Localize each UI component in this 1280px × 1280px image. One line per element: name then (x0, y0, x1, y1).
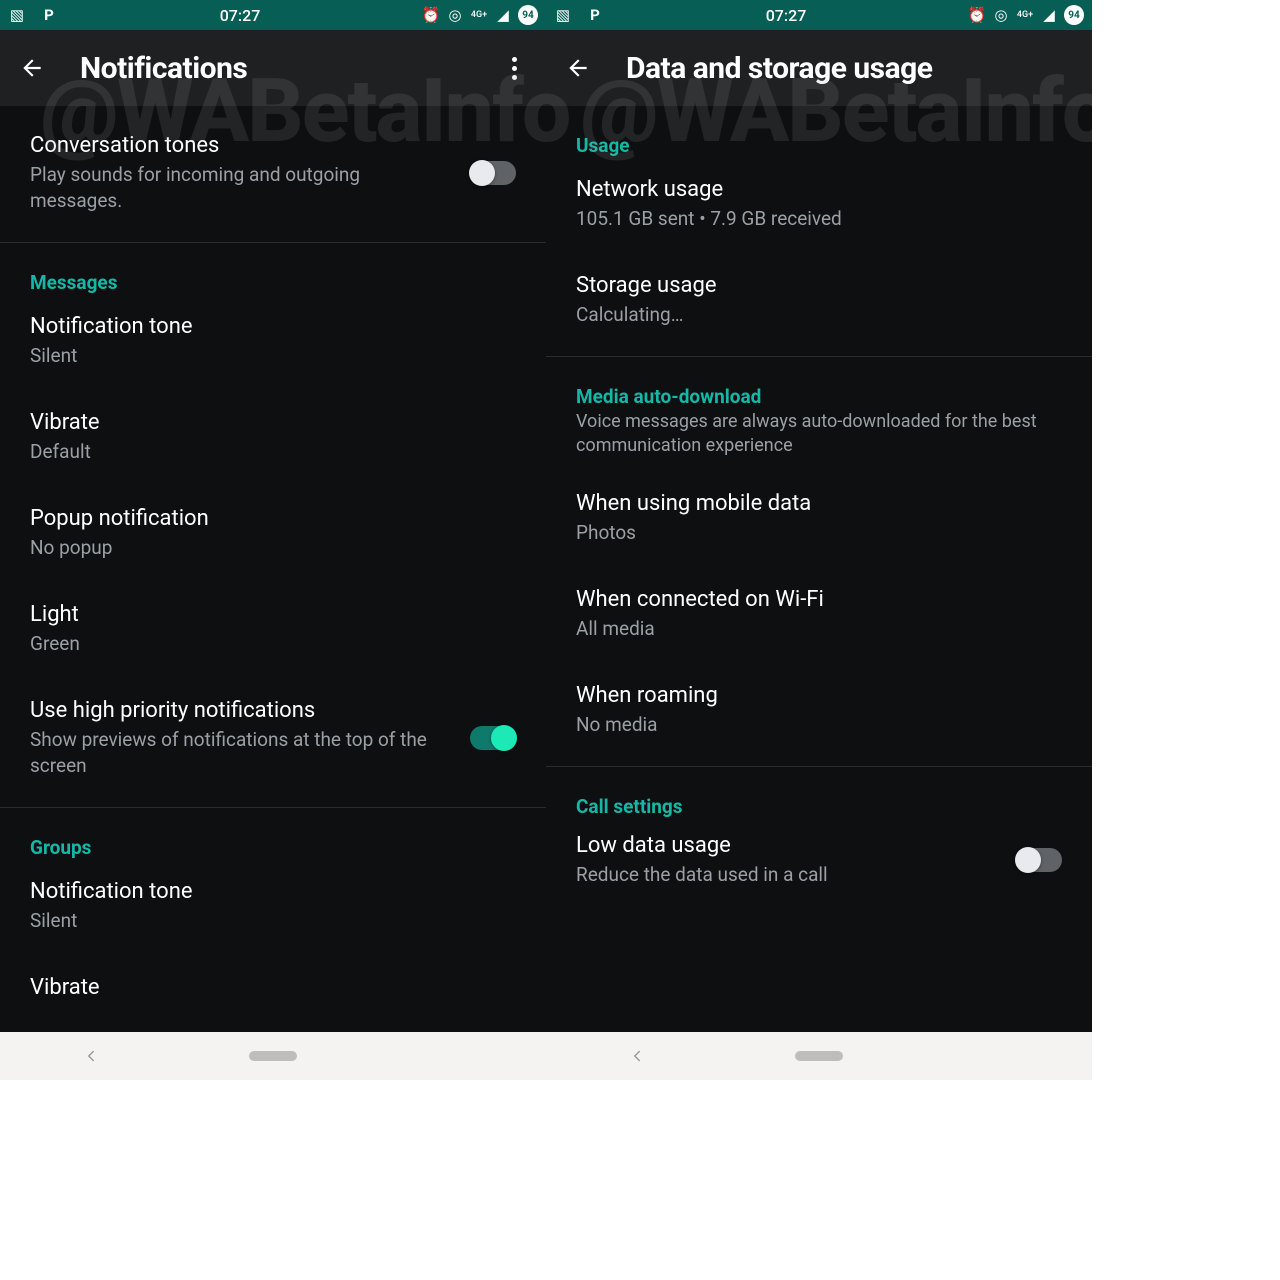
status-left-icons: ▧ P (8, 6, 58, 24)
back-button[interactable] (564, 55, 592, 81)
status-right-icons: ⏰ ◎ 4G+ ◢ 94 (968, 5, 1084, 25)
row-title: Low data usage (576, 832, 1000, 860)
app-p-icon: P (40, 6, 58, 24)
status-left-icons: ▧ P (554, 6, 604, 24)
row-title: Popup notification (30, 505, 516, 533)
notifications-content: Conversation tones Play sounds for incom… (0, 106, 546, 1032)
row-subtitle: Default (30, 439, 516, 465)
back-button[interactable] (18, 55, 46, 81)
battery-badge: 94 (1064, 5, 1084, 25)
storage-usage-row[interactable]: Storage usage Calculating… (546, 246, 1092, 342)
app-bar: Notifications (0, 30, 546, 106)
nav-home-button[interactable] (243, 1044, 303, 1068)
status-clock: 07:27 (58, 6, 422, 25)
dual-screenshot-canvas: ▧ P 07:27 ⏰ ◎ 4G+ ◢ 94 Notifications (0, 0, 1092, 1080)
low-data-usage-row[interactable]: Low data usage Reduce the data used in a… (546, 824, 1092, 902)
media-auto-download-description: Voice messages are always auto-downloade… (546, 410, 1092, 460)
conversation-tones-toggle[interactable] (470, 161, 516, 185)
mobile-data-row[interactable]: When using mobile data Photos (546, 460, 1092, 560)
section-call-settings: Call settings (546, 767, 1092, 824)
alarm-icon: ⏰ (422, 6, 440, 24)
app-bar: Data and storage usage (546, 30, 1092, 106)
back-arrow-icon (565, 55, 591, 81)
nav-recents-button[interactable] (425, 1044, 485, 1068)
status-right-icons: ⏰ ◎ 4G+ ◢ 94 (422, 5, 538, 25)
nav-bar (546, 1032, 1092, 1080)
high-priority-notifications-row[interactable]: Use high priority notifications Show pre… (0, 671, 546, 793)
row-title: When using mobile data (576, 490, 1062, 518)
chevron-left-icon (628, 1047, 646, 1065)
row-subtitle: Silent (30, 343, 516, 369)
row-title: Conversation tones (30, 132, 454, 160)
row-title: Use high priority notifications (30, 697, 454, 725)
popup-notification-row[interactable]: Popup notification No popup (0, 479, 546, 575)
data-storage-screen: ▧ P 07:27 ⏰ ◎ 4G+ ◢ 94 Data and storage … (546, 0, 1092, 1080)
notifications-screen: ▧ P 07:27 ⏰ ◎ 4G+ ◢ 94 Notifications (0, 0, 546, 1080)
row-title: Notification tone (30, 878, 516, 906)
network-usage-row[interactable]: Network usage 105.1 GB sent • 7.9 GB rec… (546, 163, 1092, 246)
status-bar: ▧ P 07:27 ⏰ ◎ 4G+ ◢ 94 (546, 0, 1092, 30)
group-vibrate-row[interactable]: Vibrate (0, 948, 546, 1016)
conversation-tones-row[interactable]: Conversation tones Play sounds for incom… (0, 106, 546, 228)
gallery-icon: ▧ (8, 6, 26, 24)
notification-tone-row[interactable]: Notification tone Silent (0, 300, 546, 383)
row-subtitle: Reduce the data used in a call (576, 862, 1000, 888)
hotspot-icon: ◎ (992, 6, 1010, 24)
alarm-icon: ⏰ (968, 6, 986, 24)
row-title: Light (30, 601, 516, 629)
network-type-icon: 4G+ (470, 6, 488, 24)
nav-home-button[interactable] (789, 1044, 849, 1068)
row-subtitle: Photos (576, 520, 1062, 546)
back-arrow-icon (19, 55, 45, 81)
low-data-toggle[interactable] (1016, 848, 1062, 872)
row-title: Network usage (576, 176, 1062, 204)
nav-recents-button[interactable] (971, 1044, 1031, 1068)
status-bar: ▧ P 07:27 ⏰ ◎ 4G+ ◢ 94 (0, 0, 546, 30)
row-subtitle: Green (30, 631, 516, 657)
page-title: Data and storage usage (626, 51, 933, 86)
row-subtitle: Play sounds for incoming and outgoing me… (30, 162, 454, 214)
nav-back-button[interactable] (607, 1044, 667, 1068)
row-subtitle: 105.1 GB sent • 7.9 GB received (576, 206, 1062, 232)
row-subtitle: All media (576, 616, 1062, 642)
section-usage: Usage (546, 106, 1092, 163)
row-title: Vibrate (30, 409, 516, 437)
row-subtitle: Calculating… (576, 302, 1062, 328)
row-title: Vibrate (30, 974, 516, 1002)
chevron-left-icon (82, 1047, 100, 1065)
overflow-menu-button[interactable] (500, 57, 528, 80)
roaming-row[interactable]: When roaming No media (546, 656, 1092, 752)
row-title: Storage usage (576, 272, 1062, 300)
signal-icon: ◢ (494, 6, 512, 24)
row-subtitle: Show previews of notifications at the to… (30, 727, 454, 779)
nav-bar (0, 1032, 546, 1080)
data-storage-content: Usage Network usage 105.1 GB sent • 7.9 … (546, 106, 1092, 1032)
row-subtitle: No popup (30, 535, 516, 561)
section-groups: Groups (0, 808, 546, 865)
wifi-row[interactable]: When connected on Wi-Fi All media (546, 560, 1092, 656)
hotspot-icon: ◎ (446, 6, 464, 24)
high-priority-toggle[interactable] (470, 726, 516, 750)
signal-icon: ◢ (1040, 6, 1058, 24)
page-title: Notifications (80, 51, 247, 86)
app-p-icon: P (586, 6, 604, 24)
row-subtitle: Silent (30, 908, 516, 934)
row-title: When roaming (576, 682, 1062, 710)
row-title: Notification tone (30, 313, 516, 341)
vibrate-row[interactable]: Vibrate Default (0, 383, 546, 479)
group-notification-tone-row[interactable]: Notification tone Silent (0, 865, 546, 948)
network-type-icon: 4G+ (1016, 6, 1034, 24)
status-clock: 07:27 (604, 6, 968, 25)
gallery-icon: ▧ (554, 6, 572, 24)
light-row[interactable]: Light Green (0, 575, 546, 671)
section-messages: Messages (0, 243, 546, 300)
battery-badge: 94 (518, 5, 538, 25)
row-subtitle: No media (576, 712, 1062, 738)
row-title: When connected on Wi-Fi (576, 586, 1062, 614)
nav-back-button[interactable] (61, 1044, 121, 1068)
section-media-auto-download: Media auto-download (546, 357, 1092, 410)
